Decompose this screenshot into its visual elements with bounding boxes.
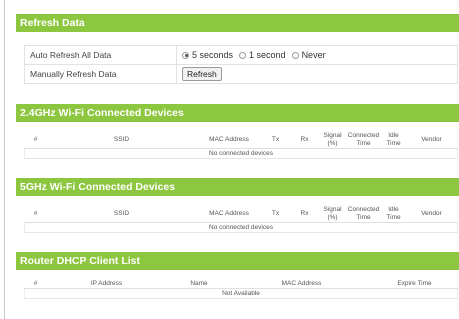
col-rx: Rx xyxy=(289,206,320,223)
wifi5-header: 5GHz Wi-Fi Connected Devices xyxy=(16,178,459,196)
col-index: # xyxy=(24,132,47,149)
dhcp-header-row: # IP Address Name MAC Address Expire Tim… xyxy=(24,280,458,289)
col-index: # xyxy=(24,280,47,289)
radio-never[interactable] xyxy=(291,51,299,59)
wifi5-empty: No connected devices xyxy=(24,222,458,233)
manual-refresh-label: Manually Refresh Data xyxy=(24,64,177,84)
wifi24-header-row: # SSID MAC Address Tx Rx Signal (%) Conn… xyxy=(24,132,458,149)
col-ip-address: IP Address xyxy=(46,280,167,289)
radio-5-seconds-label[interactable]: 5 seconds xyxy=(192,50,233,60)
radio-1-second-label[interactable]: 1 second xyxy=(249,50,286,60)
refresh-settings-table: Auto Refresh All Data 5 seconds 1 second… xyxy=(24,45,458,84)
col-connected: Connected Time xyxy=(345,132,382,149)
radio-5-seconds[interactable] xyxy=(182,51,189,59)
radio-never-label[interactable]: Never xyxy=(302,50,326,60)
col-mac: MAC Address xyxy=(196,206,262,223)
wifi5-header-row: # SSID MAC Address Tx Rx Signal (%) Conn… xyxy=(24,206,458,223)
col-mac: MAC Address xyxy=(196,132,262,149)
col-vendor: Vendor xyxy=(405,206,458,223)
radio-1-second[interactable] xyxy=(239,51,247,59)
dhcp-empty: Not Available xyxy=(24,288,458,299)
col-idle: Idle Time xyxy=(381,206,406,223)
col-signal: Signal (%) xyxy=(319,132,346,149)
col-signal: Signal (%) xyxy=(319,206,346,223)
col-idle: Idle Time xyxy=(381,132,406,149)
wifi24-header: 2.4GHz Wi-Fi Connected Devices xyxy=(16,104,459,122)
table-row: No connected devices xyxy=(24,148,458,159)
col-expire: Expire Time xyxy=(371,280,458,289)
refresh-button[interactable]: Refresh xyxy=(182,67,222,81)
col-rx: Rx xyxy=(289,132,320,149)
dhcp-table: # IP Address Name MAC Address Expire Tim… xyxy=(24,280,458,299)
col-tx: Tx xyxy=(261,206,290,223)
dhcp-header: Router DHCP Client List xyxy=(16,252,459,270)
col-name: Name xyxy=(166,280,232,289)
col-mac: MAC Address xyxy=(231,280,372,289)
col-index: # xyxy=(24,206,47,223)
col-vendor: Vendor xyxy=(405,132,458,149)
auto-refresh-label: Auto Refresh All Data xyxy=(24,45,177,65)
col-ssid: SSID xyxy=(46,206,197,223)
col-tx: Tx xyxy=(261,132,290,149)
col-ssid: SSID xyxy=(46,132,197,149)
table-row: Not Available xyxy=(24,288,458,299)
table-row: No connected devices xyxy=(24,222,458,233)
col-connected: Connected Time xyxy=(345,206,382,223)
wifi5-table: # SSID MAC Address Tx Rx Signal (%) Conn… xyxy=(24,206,458,233)
wifi24-table: # SSID MAC Address Tx Rx Signal (%) Conn… xyxy=(24,132,458,159)
refresh-data-header: Refresh Data xyxy=(16,14,459,32)
auto-refresh-radio-group: 5 seconds 1 second Never xyxy=(182,50,457,60)
wifi24-empty: No connected devices xyxy=(24,148,458,159)
